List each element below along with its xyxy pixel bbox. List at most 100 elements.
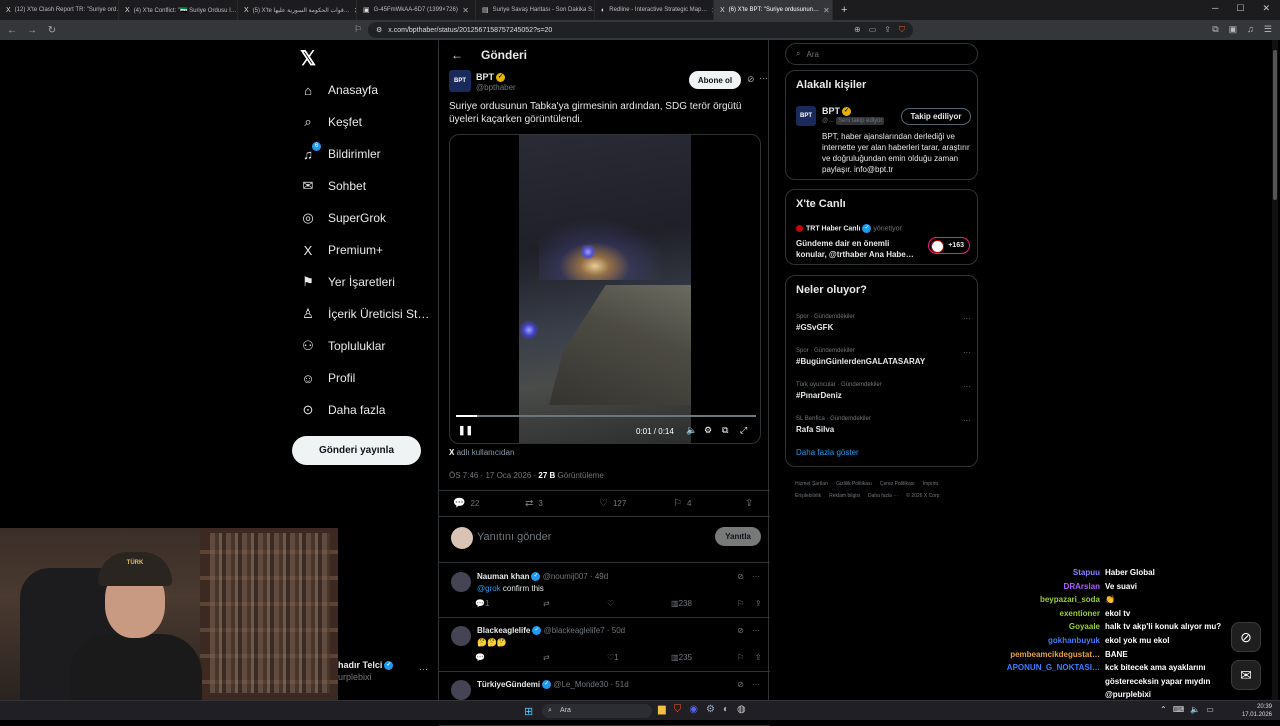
- nav-item-notifications[interactable]: ♫ 6 Bildirimler: [292, 138, 432, 170]
- nav-item-more[interactable]: ⊙ Daha fazla: [292, 394, 432, 426]
- nav-item-premium[interactable]: X Premium+: [292, 234, 432, 266]
- speaker-icon[interactable]: 🔈: [1190, 705, 1200, 714]
- reload-icon[interactable]: ↻: [44, 25, 60, 36]
- chat-username[interactable]: pembeamcikdegustat…: [990, 648, 1105, 662]
- tab-close-icon[interactable]: ✕: [823, 6, 830, 15]
- more-icon[interactable]: ···: [963, 382, 971, 391]
- nav-item-profile[interactable]: ☺ Profil: [292, 362, 432, 394]
- views-icon[interactable]: ▥ 235: [671, 653, 692, 662]
- heart-icon[interactable]: ♡ 1: [607, 653, 619, 662]
- extensions-icon[interactable]: ⧉: [1212, 24, 1218, 35]
- network-icon[interactable]: ⌨: [1173, 705, 1185, 714]
- back-icon[interactable]: ←: [4, 25, 20, 36]
- app-icon[interactable]: ◐: [723, 704, 729, 715]
- nav-item-bookmarks[interactable]: ⚑ Yer İşaretleri: [292, 266, 432, 298]
- repost-icon[interactable]: ⇄: [543, 599, 550, 608]
- grok-side-icon[interactable]: ⊘: [1231, 622, 1261, 652]
- nav-item-explore[interactable]: ⌕ Keşfet: [292, 106, 432, 138]
- trend-item[interactable]: Türk oyuncular · Gündemdekiler #PınarDeni…: [796, 382, 971, 400]
- more-icon[interactable]: ···: [752, 572, 760, 581]
- browser-tab[interactable]: X (6) X'te BPT: "Suriye ordusunun… ✕: [714, 0, 833, 20]
- more-icon[interactable]: ···: [419, 664, 428, 674]
- avatar[interactable]: [451, 572, 471, 592]
- avatar[interactable]: BPT: [449, 70, 471, 92]
- settings-icon[interactable]: ⚙: [704, 425, 712, 436]
- trend-item[interactable]: Spor · Gündemdekiler #GSvGFK ···: [796, 314, 971, 332]
- reply-action[interactable]: 💬 22: [453, 498, 479, 509]
- reply-button[interactable]: Yanıtla: [715, 527, 761, 546]
- views-icon[interactable]: ▥ 238: [671, 599, 692, 608]
- menu-icon[interactable]: ☰: [1264, 24, 1272, 35]
- browser-tab[interactable]: ◐Redline - Interactive Strategic Map…✕: [595, 0, 714, 20]
- more-icon[interactable]: ···: [752, 680, 760, 689]
- author-name[interactable]: BPT ✓: [476, 72, 505, 83]
- nav-item-supergrok[interactable]: ◎ SuperGrok: [292, 202, 432, 234]
- fullscreen-icon[interactable]: ⤢: [740, 425, 747, 436]
- reply-author[interactable]: Blackeaglelife: [477, 626, 530, 635]
- bookmark-icon[interactable]: ⚐: [354, 24, 362, 35]
- repost-action[interactable]: ⇄ 3: [525, 498, 543, 509]
- browser-tab[interactable]: X (4) X'te Conflict: "🇸🇾 Suriye Ordusu I……: [119, 0, 238, 20]
- nav-item-communities[interactable]: ⚇ Topluluklar: [292, 330, 432, 362]
- pip-icon[interactable]: ⧉: [722, 425, 728, 436]
- maximize-icon[interactable]: ☐: [1236, 3, 1244, 14]
- share-icon[interactable]: ⇪: [884, 25, 891, 35]
- wallet-icon[interactable]: ▣: [1229, 24, 1238, 35]
- pause-icon[interactable]: ❚❚: [458, 425, 473, 436]
- browser-tab[interactable]: ▣ G-45FmWkAA-6D7 (1399×726) ✕: [357, 0, 476, 20]
- post-button[interactable]: Gönderi yayınla: [292, 436, 421, 465]
- tray-up-icon[interactable]: ⌃: [1160, 705, 1167, 714]
- windows-start-icon[interactable]: ⊞: [524, 705, 533, 718]
- url-field[interactable]: ⚙ x.com/bpthaber/status/2012567158757245…: [368, 22, 913, 38]
- battery-icon[interactable]: ▭: [1206, 705, 1214, 714]
- reply-icon[interactable]: 💬 1: [475, 599, 489, 608]
- bookmark-icon[interactable]: ⚐: [737, 653, 744, 662]
- grok-icon[interactable]: ⊘: [737, 572, 744, 581]
- more-icon[interactable]: ···: [752, 626, 760, 635]
- more-icon[interactable]: ···: [759, 73, 768, 83]
- new-tab-button[interactable]: +: [833, 4, 855, 16]
- chat-username[interactable]: gokhanbuyuk: [990, 634, 1105, 648]
- reply-author[interactable]: Nauman khan: [477, 572, 529, 581]
- x-logo-icon[interactable]: 𝕏: [300, 46, 432, 74]
- live-title[interactable]: Gündeme dair en önemli konular, @trthabe…: [796, 238, 922, 260]
- avatar[interactable]: [451, 626, 471, 646]
- share-icon[interactable]: ⇪: [755, 599, 762, 608]
- volume-icon[interactable]: 🔈: [686, 425, 697, 436]
- footer-link[interactable]: Erişilebilirlik: [795, 490, 821, 502]
- live-listeners[interactable]: +163: [928, 237, 970, 254]
- chat-username[interactable]: beypazari_soda: [990, 593, 1105, 607]
- chat-username[interactable]: DRArslan: [990, 580, 1105, 594]
- footer-link[interactable]: Gizlilik Politikası: [836, 478, 872, 490]
- trend-item[interactable]: SL Benfica · Gündemdekiler Rafa Silva ···: [796, 416, 971, 434]
- discord-icon[interactable]: ◉: [689, 704, 698, 715]
- avatar[interactable]: [451, 680, 471, 700]
- cast-icon[interactable]: ▭: [869, 25, 877, 35]
- nav-item-creator-studio[interactable]: ♙ İçerik Üreticisi St…: [292, 298, 432, 330]
- reply-tweet[interactable]: Blackeaglelife ✓ @blackeaglelife7 · 50d ⊘ ·…: [439, 618, 770, 672]
- chat-username[interactable]: APONUN_G_NOKTASI…: [990, 661, 1105, 702]
- close-window-icon[interactable]: ✕: [1262, 3, 1270, 14]
- tab-close-icon[interactable]: ✕: [462, 6, 469, 15]
- footer-link[interactable]: Çerez Politikası: [880, 478, 915, 490]
- share-icon[interactable]: ⇪: [755, 653, 762, 662]
- clock[interactable]: 20:39 17.01.2026: [1234, 703, 1272, 719]
- footer-link[interactable]: © 2026 X Corp.: [906, 490, 941, 502]
- footer-link[interactable]: Reklam bilgisi: [829, 490, 860, 502]
- back-arrow-icon[interactable]: ←: [451, 48, 463, 62]
- minimize-icon[interactable]: ─: [1212, 3, 1218, 14]
- timestamp[interactable]: ÖS 7:46 · 17 Oca 2026 ·: [449, 471, 538, 480]
- zoom-icon[interactable]: ⊕: [854, 25, 861, 35]
- nav-item-home[interactable]: ⌂ Anasayfa: [292, 74, 432, 106]
- grok-icon[interactable]: ⊘: [737, 680, 744, 689]
- video-player[interactable]: ❚❚ 0:01 / 0:14 🔈 ⚙ ⧉ ⤢: [449, 134, 761, 444]
- share-action[interactable]: ⇪: [745, 498, 753, 509]
- browser-tab[interactable]: ▤Suriye Savaş Haritası - Son Dakika S…✕: [476, 0, 595, 20]
- file-explorer-icon[interactable]: ▆: [658, 704, 666, 715]
- more-icon[interactable]: ···: [963, 416, 971, 425]
- repost-icon[interactable]: ⇄: [543, 653, 550, 662]
- messages-side-icon[interactable]: ✉: [1231, 660, 1261, 690]
- show-more-link[interactable]: Daha fazla göster: [796, 448, 859, 457]
- brave-icon[interactable]: ⛉: [674, 704, 682, 715]
- chat-username[interactable]: Goyaale: [990, 620, 1105, 634]
